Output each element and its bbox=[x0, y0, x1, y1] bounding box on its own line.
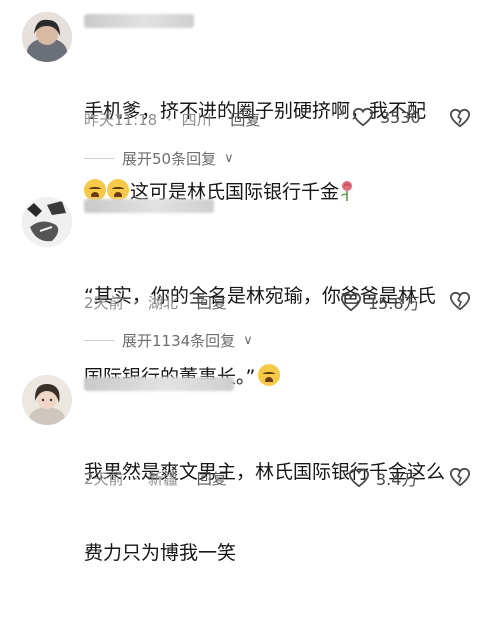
comment-1: 手机爹，挤不进的圈子别硬挤啊，我不配 这可是林氏国际银行千金 昨天11:18 ·… bbox=[0, 0, 499, 203]
meta-separator: · bbox=[133, 294, 139, 312]
broken-heart-icon[interactable] bbox=[449, 291, 471, 311]
avatar-image bbox=[22, 197, 72, 247]
like-button[interactable]: 3530 bbox=[352, 107, 421, 127]
expand-replies-button[interactable]: 展开1134条回复 ∨ bbox=[84, 330, 253, 351]
expand-replies-label: 展开50条回复 bbox=[122, 150, 217, 168]
like-button[interactable]: 15.8万 bbox=[340, 290, 420, 314]
reply-button[interactable]: 回复 bbox=[230, 111, 260, 129]
comment-meta: 2天前 · 新疆 回复 bbox=[84, 468, 227, 489]
like-count: 3530 bbox=[380, 107, 421, 127]
avatar-image bbox=[22, 375, 72, 425]
username-blurred[interactable] bbox=[84, 377, 234, 391]
divider-line bbox=[84, 158, 114, 159]
reply-button[interactable]: 回复 bbox=[197, 470, 227, 488]
like-count: 15.8万 bbox=[368, 294, 420, 313]
chevron-down-icon: ∨ bbox=[224, 151, 234, 166]
like-button[interactable]: 3.4万 bbox=[348, 466, 417, 490]
comment-text: 我果然是爽文男主，林氏国际银行千金这么 费力只为博我一笑 bbox=[84, 405, 484, 621]
comment-time: 昨天11:18 bbox=[84, 111, 158, 129]
meta-separator: · bbox=[167, 111, 172, 129]
avatar[interactable] bbox=[22, 197, 72, 247]
broken-heart-icon[interactable] bbox=[449, 467, 471, 487]
avatar[interactable] bbox=[22, 375, 72, 425]
avatar[interactable] bbox=[22, 12, 72, 62]
heart-outline-icon bbox=[340, 292, 362, 312]
broken-heart-icon[interactable] bbox=[449, 108, 471, 128]
heart-outline-icon bbox=[352, 107, 374, 127]
meta-separator: · bbox=[133, 470, 139, 488]
comment-location: 四川 bbox=[181, 111, 212, 129]
comment-meta: 昨天11:18 · 四川 回复 bbox=[84, 109, 260, 130]
comment-time: 2天前 bbox=[84, 294, 124, 312]
username-blurred[interactable] bbox=[84, 14, 194, 28]
divider-line bbox=[84, 340, 114, 341]
heart-outline-icon bbox=[348, 468, 370, 488]
comment-location: 湖北 bbox=[147, 294, 178, 312]
comment-2: “其实，你的全名是林宛瑜，你爸爸是林氏 国际银行的董事长。” 2天前 · 湖北 … bbox=[0, 185, 499, 388]
expand-replies-label: 展开1134条回复 bbox=[122, 332, 236, 350]
expand-replies-button[interactable]: 展开50条回复 ∨ bbox=[84, 148, 234, 169]
avatar-image bbox=[22, 12, 72, 62]
comment-text-line2: 费力只为博我一笑 bbox=[84, 542, 237, 564]
comment-3: 我果然是爽文男主，林氏国际银行千金这么 费力只为博我一笑 2天前 · 新疆 回复… bbox=[0, 365, 499, 564]
reply-button[interactable]: 回复 bbox=[197, 294, 227, 312]
comment-time: 2天前 bbox=[84, 470, 124, 488]
username-blurred[interactable] bbox=[84, 199, 214, 213]
like-count: 3.4万 bbox=[376, 470, 418, 489]
comment-meta: 2天前 · 湖北 回复 bbox=[84, 292, 227, 313]
comment-location: 新疆 bbox=[147, 470, 178, 488]
chevron-down-icon: ∨ bbox=[243, 333, 253, 348]
